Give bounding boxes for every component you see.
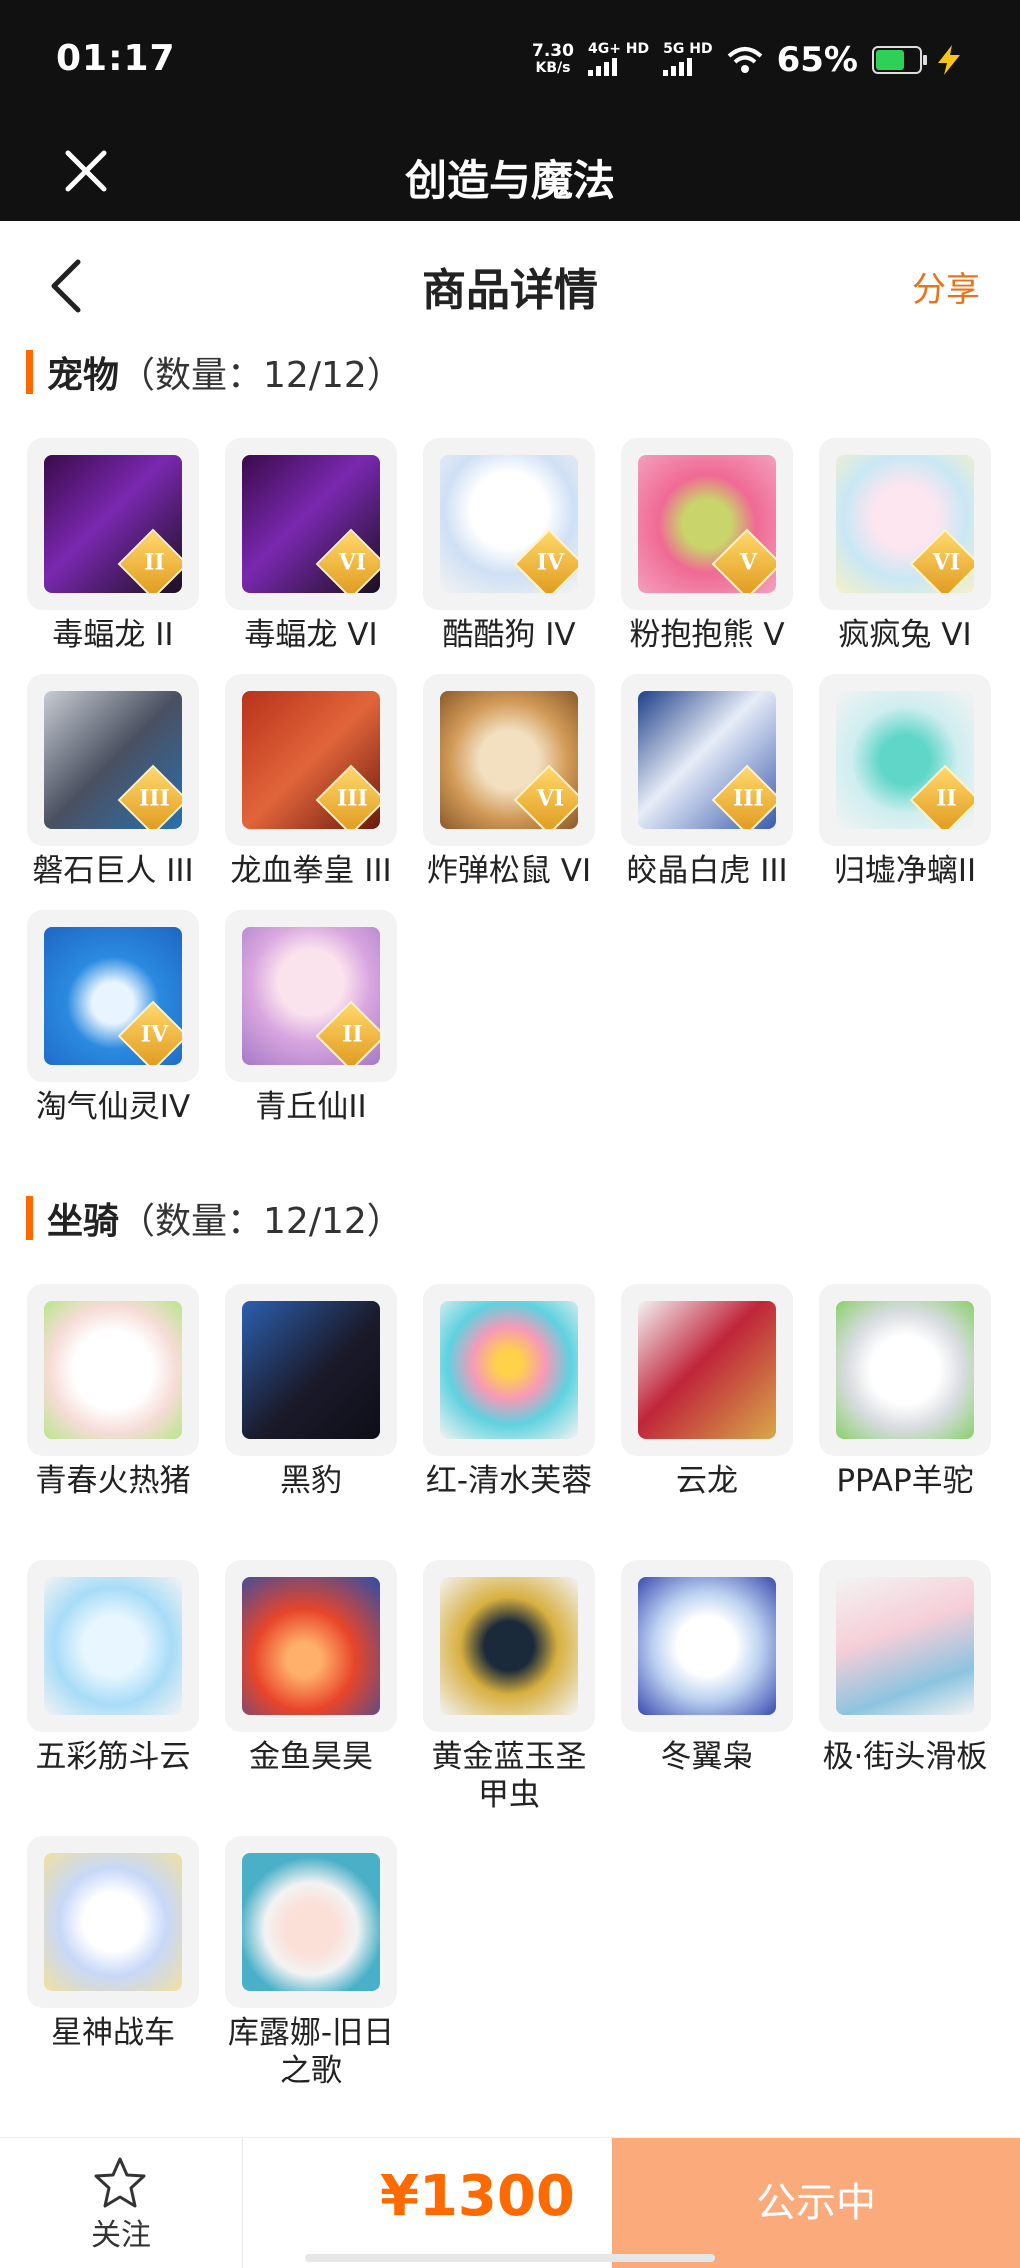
level-badge-icon: VI [909, 528, 974, 593]
section-count: （数量：12/12） [119, 1201, 403, 1242]
level-badge-icon: III [117, 764, 182, 829]
pet-item[interactable]: IV 酷酷狗 IV [422, 438, 596, 654]
pet-thumbnail: VI [225, 438, 397, 610]
mount-item[interactable]: 冬翼枭 [620, 1560, 794, 1776]
status-bar: 01:17 7.30 KB/s 4G+ HD 5G HD 65% [0, 0, 1020, 125]
mount-item[interactable]: 青春火热猪 [26, 1284, 200, 1500]
mount-item[interactable]: 金鱼昊昊 [224, 1560, 398, 1776]
mount-item[interactable]: 星神战车 [26, 1836, 200, 2052]
level-badge-icon: II [117, 528, 182, 593]
pets-section-header: 宠物 （数量：12/12） [26, 346, 403, 398]
mount-item[interactable]: 红-清水芙蓉 [422, 1284, 596, 1500]
mount-thumbnail [225, 1836, 397, 2008]
level-badge-icon: VI [513, 764, 578, 829]
mount-thumbnail [423, 1560, 595, 1732]
pet-thumbnail: VI [423, 674, 595, 846]
charging-bolt-icon [938, 45, 960, 75]
pet-thumbnail: II [27, 438, 199, 610]
signal-5g: 5G HD [663, 42, 713, 79]
mount-item[interactable]: 极·街头滑板 [818, 1560, 992, 1776]
share-button[interactable]: 分享 [912, 262, 980, 311]
section-title: 坐骑 [47, 1201, 120, 1242]
pet-item[interactable]: II 毒蝠龙 II [26, 438, 200, 654]
level-badge-icon: IV [513, 528, 578, 593]
mount-thumbnail [27, 1560, 199, 1732]
pet-thumbnail: II [819, 674, 991, 846]
mount-thumbnail [27, 1284, 199, 1456]
pet-item[interactable]: III 磐石巨人 III [26, 674, 200, 890]
pet-thumbnail: III [27, 674, 199, 846]
battery-icon [872, 46, 927, 74]
signal-bars-icon [663, 57, 693, 76]
pet-item[interactable]: VI 炸弹松鼠 VI [422, 674, 596, 890]
signal-bars-icon [587, 57, 617, 76]
mount-thumbnail [819, 1560, 991, 1732]
mount-thumbnail [819, 1284, 991, 1456]
follow-button[interactable]: 关注 [0, 2138, 243, 2268]
level-badge-icon: III [711, 764, 776, 829]
level-badge-icon: II [315, 1000, 380, 1065]
section-accent-bar [26, 1196, 33, 1240]
pet-thumbnail: II [225, 910, 397, 1082]
price: ¥1300 [380, 2164, 575, 2229]
pet-thumbnail: IV [27, 910, 199, 1082]
mount-item[interactable]: 云龙 [620, 1284, 794, 1500]
app-title-bar: 创造与魔法 [0, 125, 1020, 221]
pet-item[interactable]: VI 疯疯兔 VI [818, 438, 992, 654]
bottom-action-bar: 关注 ¥1300 公示中 [0, 2137, 1020, 2268]
pet-item[interactable]: II 归墟净螭II [818, 674, 992, 890]
pet-item[interactable]: VI 毒蝠龙 VI [224, 438, 398, 654]
pet-thumbnail: III [225, 674, 397, 846]
pet-item[interactable]: III 龙血拳皇 III [224, 674, 398, 890]
pet-thumbnail: III [621, 674, 793, 846]
app-title: 创造与魔法 [404, 156, 615, 205]
level-badge-icon: V [711, 528, 776, 593]
wifi-icon [727, 47, 762, 73]
status-button[interactable]: 公示中 [612, 2138, 1020, 2268]
mount-thumbnail [225, 1560, 397, 1732]
section-count: （数量：12/12） [119, 355, 403, 396]
pet-item[interactable]: II 青丘仙II [224, 910, 398, 1126]
pet-item[interactable]: V 粉抱抱熊 V [620, 438, 794, 654]
mount-thumbnail [27, 1836, 199, 2008]
signal-4g: 4G+ HD [587, 42, 649, 79]
pet-thumbnail: V [621, 438, 793, 610]
mount-item[interactable]: PPAP羊驼 [818, 1284, 992, 1500]
battery-percent: 65% [776, 40, 858, 80]
home-indicator[interactable] [305, 2254, 715, 2262]
mount-thumbnail [225, 1284, 397, 1456]
mount-thumbnail [621, 1284, 793, 1456]
mount-thumbnail [423, 1284, 595, 1456]
network-speed: 7.30 KB/s [532, 41, 574, 77]
pet-thumbnail: IV [423, 438, 595, 610]
clock: 01:17 [56, 38, 176, 79]
page-title: 商品详情 [422, 265, 598, 316]
pet-thumbnail: VI [819, 438, 991, 610]
pet-item[interactable]: III 皎晶白虎 III [620, 674, 794, 890]
pet-item[interactable]: IV 淘气仙灵IV [26, 910, 200, 1126]
section-title: 宠物 [47, 355, 120, 396]
level-badge-icon: II [909, 764, 974, 829]
mount-item[interactable]: 五彩筋斗云 [26, 1560, 200, 1776]
level-badge-icon: III [315, 764, 380, 829]
mount-item[interactable]: 库露娜-旧日之歌 [224, 1836, 398, 2090]
mount-item[interactable]: 黄金蓝玉圣甲虫 [422, 1560, 596, 1814]
mount-item[interactable]: 黑豹 [224, 1284, 398, 1500]
mounts-section-header: 坐骑 （数量：12/12） [26, 1192, 403, 1244]
level-badge-icon: IV [117, 1000, 182, 1065]
star-icon [94, 2157, 146, 2208]
level-badge-icon: VI [315, 528, 380, 593]
mount-thumbnail [621, 1560, 793, 1732]
section-accent-bar [26, 350, 33, 394]
